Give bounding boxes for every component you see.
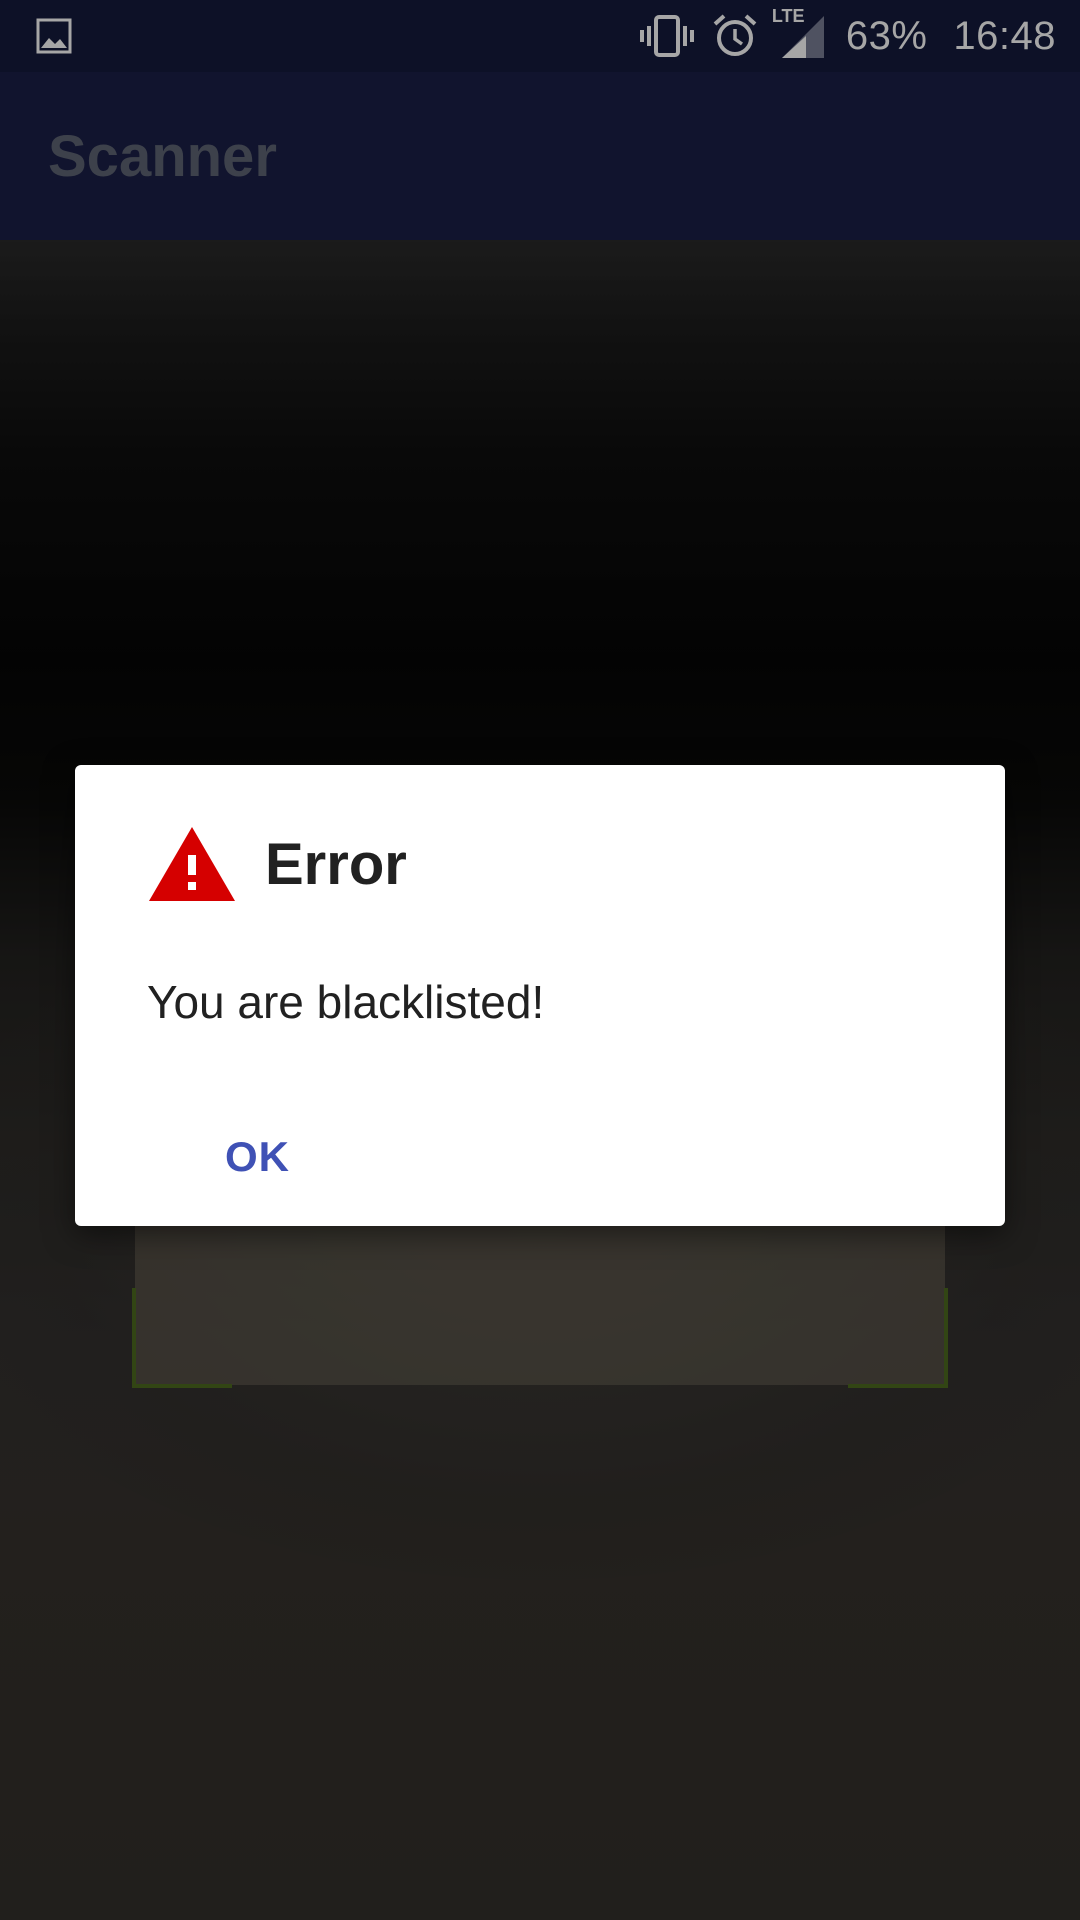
screen: LTE 63% 16:48 Scanner Error You are blac… bbox=[0, 0, 1080, 1920]
warning-icon bbox=[147, 825, 237, 903]
dialog-title: Error bbox=[265, 831, 407, 897]
ok-button[interactable]: OK bbox=[195, 1117, 320, 1197]
error-dialog: Error You are blacklisted! OK bbox=[75, 765, 1005, 1226]
dialog-message: You are blacklisted! bbox=[147, 976, 545, 1028]
dialog-header: Error bbox=[147, 825, 407, 903]
